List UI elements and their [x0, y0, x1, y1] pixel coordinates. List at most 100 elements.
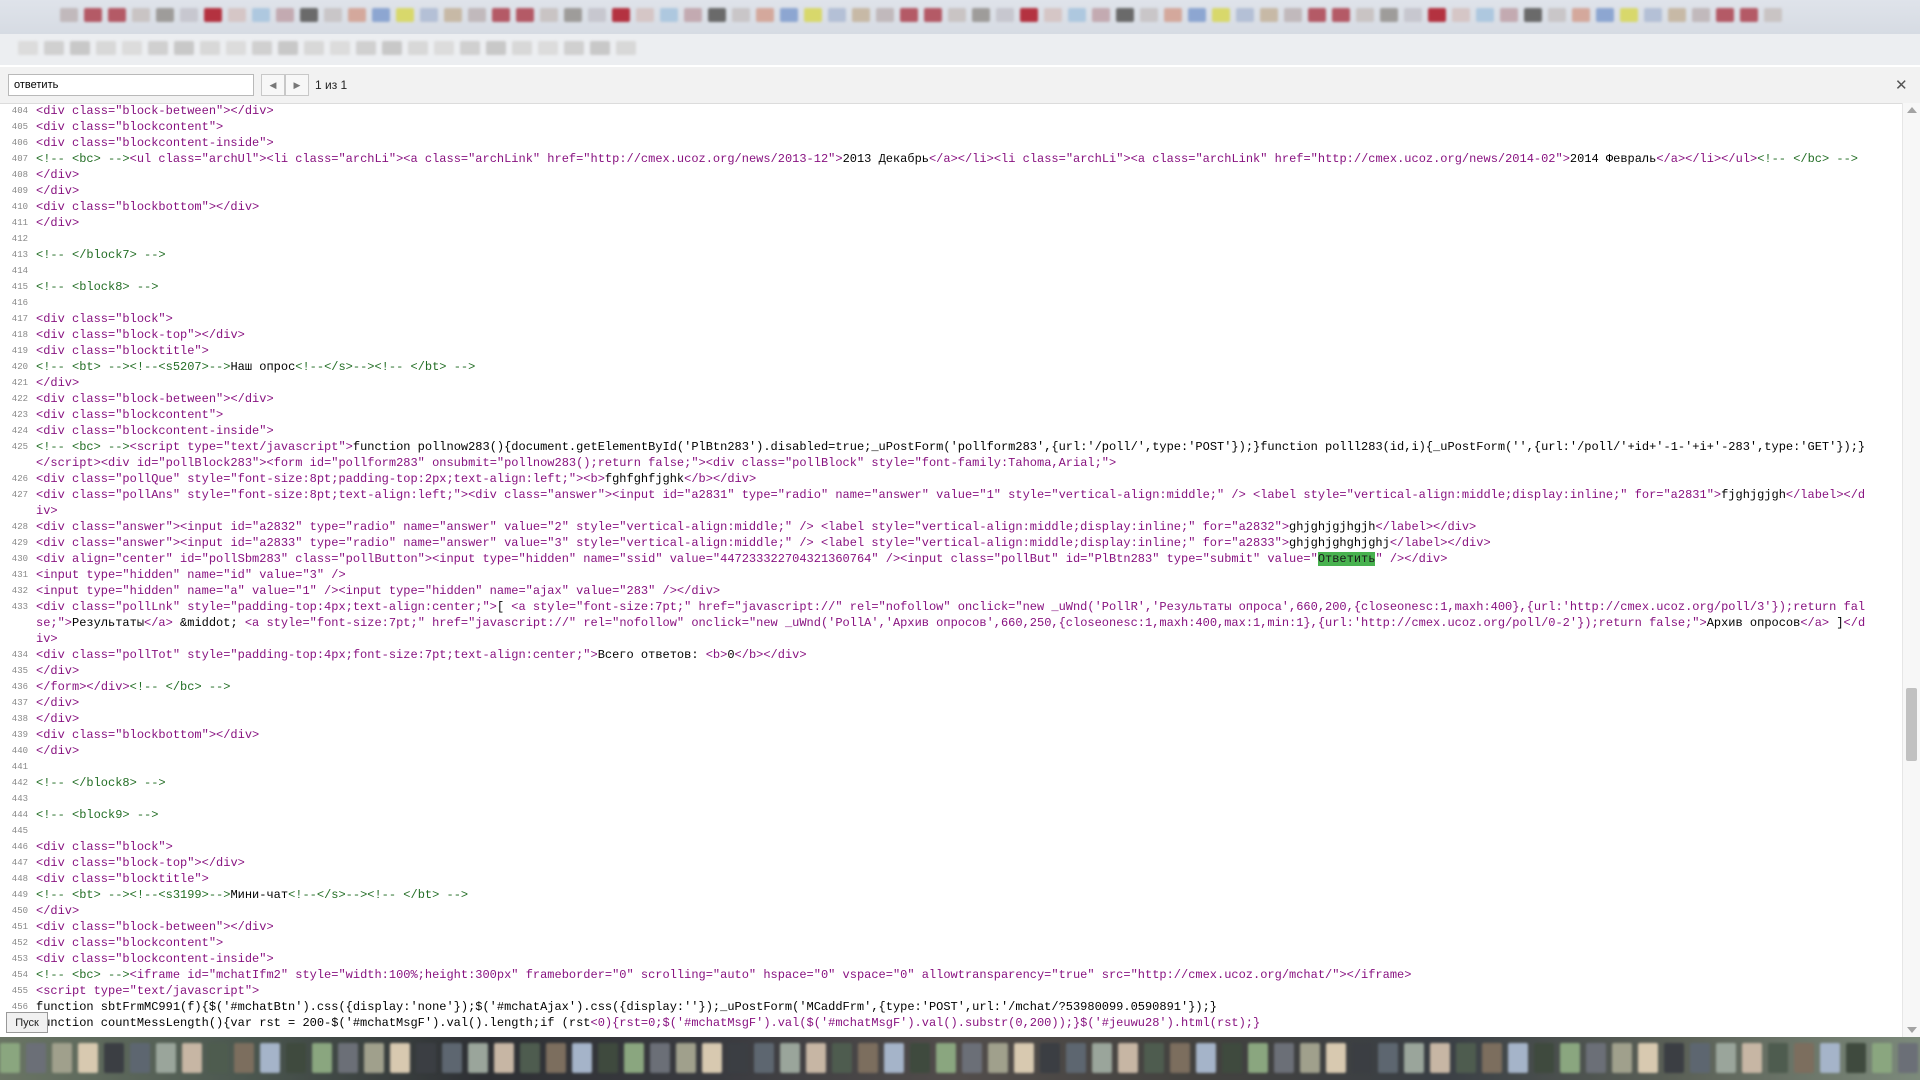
close-icon[interactable]: ✕	[1895, 76, 1908, 94]
blurred-block	[756, 8, 774, 22]
scrollbar-thumb[interactable]	[1906, 688, 1917, 761]
blurred-block	[1068, 8, 1086, 22]
find-next-button[interactable]: ▶	[285, 74, 309, 96]
line-code: </form></div><!-- </bc> -->	[36, 680, 231, 694]
line-code: <!-- </block7> -->	[36, 248, 166, 262]
line-number: 450	[11, 906, 28, 916]
scroll-up-arrow-icon[interactable]	[1907, 107, 1917, 113]
line-number: 441	[11, 762, 28, 772]
blurred-block	[96, 41, 116, 55]
blurred-block	[156, 8, 174, 22]
blurred-block	[26, 1043, 46, 1073]
line-number: 447	[11, 858, 28, 868]
source-line: 415 <!-- <block8> -->	[0, 279, 1902, 295]
blurred-block	[708, 8, 726, 22]
source-line: 444 <!-- <block9> -->	[0, 807, 1902, 823]
blurred-block	[252, 41, 272, 55]
blurred-block	[1764, 8, 1782, 22]
line-code: <div class="block">	[36, 840, 173, 854]
blurred-block	[1196, 1043, 1216, 1073]
blurred-block	[148, 41, 168, 55]
blurred-block	[1404, 8, 1422, 22]
blurred-block	[408, 41, 428, 55]
start-button[interactable]: Пуск	[6, 1012, 48, 1033]
blurred-block	[1548, 8, 1566, 22]
blurred-block	[468, 1043, 488, 1073]
source-line: 456 function sbtFrmMC991(f){$('#mchatBtn'…	[0, 999, 1902, 1015]
blurred-block	[1092, 8, 1110, 22]
vertical-scrollbar[interactable]	[1902, 103, 1920, 1037]
line-number: 423	[11, 410, 28, 420]
line-code: <script type="text/javascript">	[36, 984, 260, 998]
source-line: 445	[0, 823, 1902, 839]
line-number: 436	[11, 682, 28, 692]
blurred-block	[1144, 1043, 1164, 1073]
blurred-block	[494, 1043, 514, 1073]
blurred-block	[1898, 1043, 1918, 1073]
source-line: 405 <div class="blockcontent">	[0, 119, 1902, 135]
line-code: <div class="blockcontent-inside">	[36, 136, 274, 150]
blurred-block	[1692, 8, 1710, 22]
line-number: 424	[11, 426, 28, 436]
source-line: 417 <div class="block">	[0, 311, 1902, 327]
line-number: 420	[11, 362, 28, 372]
line-number: 422	[11, 394, 28, 404]
find-previous-button[interactable]: ◀	[261, 74, 285, 96]
blurred-block	[442, 1043, 462, 1073]
blurred-block	[420, 8, 438, 22]
blurred-block	[434, 41, 454, 55]
source-line: 435 </div>	[0, 663, 1902, 679]
blurred-block	[1508, 1043, 1528, 1073]
line-number: 453	[11, 954, 28, 964]
source-line: 421 </div>	[0, 375, 1902, 391]
blurred-block	[338, 1043, 358, 1073]
line-code: <div class="block-between"></div>	[36, 920, 274, 934]
line-code: <div class="blockcontent">	[36, 936, 224, 950]
blurred-block	[1212, 8, 1230, 22]
blurred-block	[1020, 8, 1038, 22]
blurred-block	[174, 41, 194, 55]
line-number: 451	[11, 922, 28, 932]
source-line: 446 <div class="block">	[0, 839, 1902, 855]
line-number: 411	[11, 218, 28, 228]
line-number: 426	[11, 474, 28, 484]
blurred-block	[988, 1043, 1008, 1073]
blurred-block	[416, 1043, 436, 1073]
line-number: 418	[11, 330, 28, 340]
line-number: 413	[11, 250, 28, 260]
blurred-block	[702, 1043, 722, 1073]
line-code: <!-- <block9> -->	[36, 808, 159, 822]
blurred-block	[1846, 1043, 1866, 1073]
line-code: <!-- <bt> --><!--<s5207>-->Наш опрос<!--…	[36, 360, 476, 374]
blurred-block	[1040, 1043, 1060, 1073]
blurred-block	[1326, 1043, 1346, 1073]
line-number: 437	[11, 698, 28, 708]
blurred-block	[1768, 1043, 1788, 1073]
source-line: 418 <div class="block-top"></div>	[0, 327, 1902, 343]
line-number: 409	[11, 186, 28, 196]
blurred-block	[1644, 8, 1662, 22]
source-line: 434 <div class="pollTot" style="padding-t…	[0, 647, 1902, 663]
source-line: 425 <!-- <bc> --><script type="text/javas…	[0, 439, 1902, 471]
blurred-block	[1170, 1043, 1190, 1073]
blurred-block	[910, 1043, 930, 1073]
find-input[interactable]	[8, 74, 254, 96]
blurred-block	[382, 41, 402, 55]
line-code: <div class="blockcontent-inside">	[36, 952, 274, 966]
scroll-down-arrow-icon[interactable]	[1907, 1027, 1917, 1033]
line-code: <div align="center" id="pollSbm283" clas…	[36, 552, 1448, 566]
source-line: 413 <!-- </block7> -->	[0, 247, 1902, 263]
line-code: <div class="answer"><input id="a2832" ty…	[36, 520, 1477, 534]
source-line: 449 <!-- <bt> --><!--<s3199>-->Мини-чат<!…	[0, 887, 1902, 903]
blurred-block	[226, 41, 246, 55]
blurred-block	[564, 41, 584, 55]
source-line: 431 <input type="hidden" name="id" value=…	[0, 567, 1902, 583]
blurred-block	[1872, 1043, 1892, 1073]
blurred-block	[564, 8, 582, 22]
blurred-block	[104, 1043, 124, 1073]
line-number: 408	[11, 170, 28, 180]
line-number: 445	[11, 826, 28, 836]
blurred-block	[804, 8, 822, 22]
